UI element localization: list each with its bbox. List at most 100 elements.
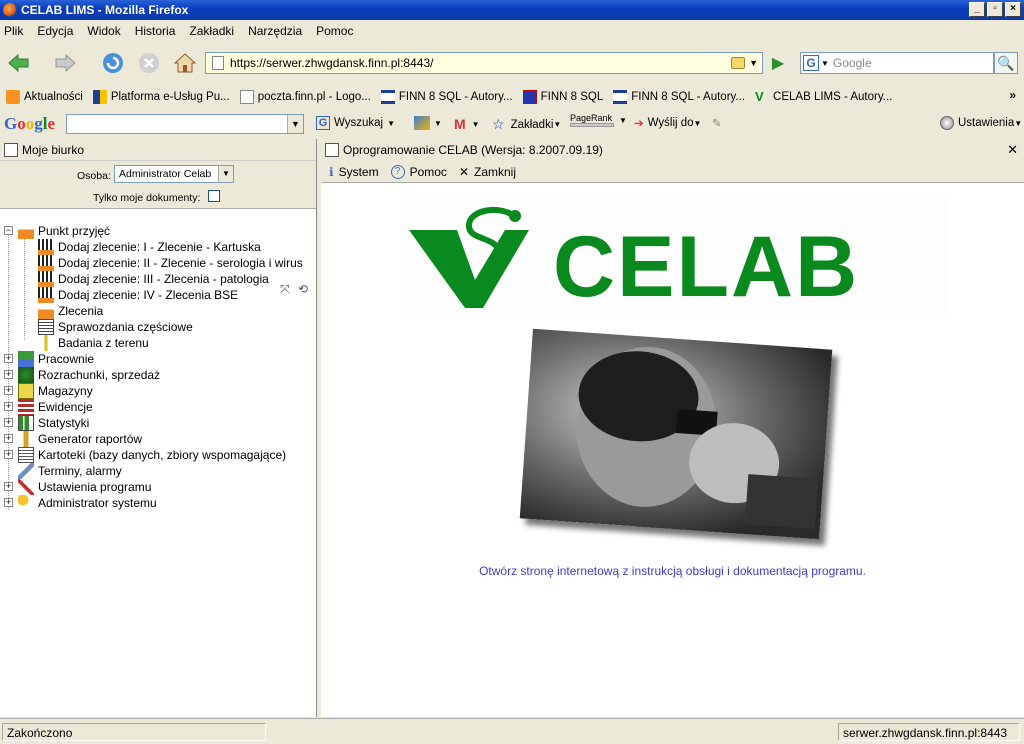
- system-button[interactable]: ℹ System: [329, 165, 379, 179]
- tree-item-ewidencje[interactable]: + Ewidencje: [0, 399, 316, 415]
- search-input[interactable]: Google: [833, 56, 872, 70]
- url-text[interactable]: https://serwer.zhwgdansk.finn.pl:8443/: [230, 56, 731, 70]
- bookmark-platforma[interactable]: Platforma e-Usług Pu...: [92, 90, 230, 104]
- minimize-button[interactable]: _: [969, 2, 985, 17]
- info-icon: ℹ: [329, 164, 334, 179]
- tree-item-punkt-przyjec[interactable]: − Punkt przyjęć: [0, 223, 316, 239]
- google-search-icon: G: [803, 55, 819, 71]
- tree-item-statystyki[interactable]: + Statystyki: [0, 415, 316, 431]
- tree-item-magazyny[interactable]: + Magazyny: [0, 383, 316, 399]
- reload-icon[interactable]: [100, 50, 126, 76]
- menu-tools[interactable]: Narzędzia: [248, 24, 302, 38]
- bookmark-finn-sql-2[interactable]: FINN 8 SQL: [522, 90, 603, 104]
- expand-icon[interactable]: +: [4, 450, 13, 459]
- stop-icon[interactable]: [136, 50, 162, 76]
- celab-logo-text: CELAB: [553, 219, 860, 315]
- help-button[interactable]: ? Pomoc: [390, 164, 447, 179]
- tree-item-order-2[interactable]: Dodaj zlecenie: II - Zlecenie - serologi…: [0, 255, 316, 271]
- tree-item-pracownie[interactable]: + Pracownie: [0, 351, 316, 367]
- highlighter-icon[interactable]: ✎: [712, 116, 722, 130]
- forward-icon[interactable]: [52, 50, 78, 76]
- menu-help[interactable]: Pomoc: [316, 24, 353, 38]
- home-icon[interactable]: [172, 50, 198, 76]
- popup-blocker-icon[interactable]: ▼: [414, 116, 442, 130]
- expand-icon[interactable]: +: [4, 418, 13, 427]
- celab-icon: V: [755, 89, 764, 104]
- menu-bar: Plik Edycja Widok Historia Zakładki Narz…: [0, 20, 1024, 42]
- building-icon: [613, 90, 628, 104]
- expand-icon[interactable]: +: [4, 402, 13, 411]
- tree-item-sprawozdania[interactable]: Sprawozdania częściowe: [0, 319, 316, 335]
- close-window-button[interactable]: ×: [1005, 2, 1021, 17]
- collapse-icon[interactable]: −: [4, 226, 13, 235]
- finn-icon: [522, 90, 537, 104]
- close-button[interactable]: ✕ Zamknij: [459, 165, 516, 179]
- settings-button[interactable]: Ustawienia ▼: [940, 116, 1022, 130]
- google-bookmarks-button[interactable]: ☆ Zakładki ▼: [492, 116, 561, 133]
- tree-item-order-4[interactable]: Dodaj zlecenie: IV - Zlecenia BSE: [0, 287, 316, 303]
- chevron-down-icon[interactable]: ▼: [218, 166, 233, 182]
- chevron-down-icon[interactable]: ▼: [821, 59, 829, 68]
- google-logo: Google: [4, 114, 56, 133]
- expand-icon[interactable]: +: [4, 498, 13, 507]
- expand-icon[interactable]: +: [4, 482, 13, 491]
- expand-icon[interactable]: +: [4, 386, 13, 395]
- bookmark-poczta[interactable]: poczta.finn.pl - Logo...: [239, 90, 371, 104]
- chevron-down-icon[interactable]: ▼: [619, 116, 627, 125]
- right-panel-header: Oprogramowanie CELAB (Wersja: 8.2007.09.…: [321, 139, 1024, 161]
- google-search-button[interactable]: G Wyszukaj ▼: [316, 116, 395, 130]
- search-button[interactable]: 🔍: [994, 52, 1018, 74]
- flask-icon: [18, 223, 34, 239]
- bookmark-icon: [92, 90, 107, 104]
- tree-item-rozrachunki[interactable]: + Rozrachunki, sprzedaż: [0, 367, 316, 383]
- expand-icon[interactable]: +: [4, 370, 13, 379]
- lock-icon: [731, 57, 746, 69]
- lab-icon: [18, 351, 34, 367]
- back-icon[interactable]: [6, 50, 32, 76]
- expand-icon[interactable]: +: [4, 434, 13, 443]
- pagerank-indicator[interactable]: PageRank: [570, 113, 614, 127]
- chevron-down-icon[interactable]: ▼: [749, 58, 758, 68]
- title-bar: CELAB LIMS - Mozilla Firefox _ ▫ ×: [0, 0, 1024, 20]
- money-icon: [18, 367, 34, 383]
- menu-history[interactable]: Historia: [135, 24, 176, 38]
- only-mine-checkbox[interactable]: [208, 190, 220, 202]
- bookmark-celab-lims[interactable]: V CELAB LIMS - Autory...: [755, 90, 892, 104]
- google-toolbar-search[interactable]: ▼: [66, 114, 304, 134]
- tree-item-order-1[interactable]: Dodaj zlecenie: I - Zlecenie - Kartuska: [0, 239, 316, 255]
- send-to-button[interactable]: ➔ Wyślij do ▼: [634, 116, 701, 130]
- menu-edit[interactable]: Edycja: [37, 24, 73, 38]
- expand-icon[interactable]: +: [4, 354, 13, 363]
- tree-item-administrator[interactable]: + Administrator systemu: [0, 495, 316, 511]
- go-button[interactable]: ▶: [767, 53, 789, 73]
- alarm-icon: [18, 463, 34, 479]
- menu-bookmarks[interactable]: Zakładki: [189, 24, 234, 38]
- left-panel-header: Moje biurko ⤧ ⟲: [0, 139, 316, 296]
- stats-icon: [18, 415, 34, 431]
- tree-item-zlecenia[interactable]: Zlecenia: [0, 303, 316, 319]
- tree-item-badania[interactable]: Badania z terenu: [0, 335, 316, 351]
- search-box[interactable]: G ▼ Google: [800, 52, 994, 74]
- bookmark-aktualnosci[interactable]: Aktualności: [6, 90, 83, 104]
- page-icon: [212, 56, 224, 70]
- url-bar[interactable]: https://serwer.zhwgdansk.finn.pl:8443/ ▼: [205, 52, 763, 74]
- page-icon: [239, 90, 254, 104]
- tree-item-generator[interactable]: + Generator raportów: [0, 431, 316, 447]
- documentation-link[interactable]: Otwórz stronę internetową z instrukcją o…: [321, 564, 1024, 578]
- menu-view[interactable]: Widok: [87, 24, 120, 38]
- tree-item-ustawienia[interactable]: + Ustawienia programu: [0, 479, 316, 495]
- more-bookmarks-icon[interactable]: »: [1009, 88, 1016, 102]
- bookmark-finn-sql-3[interactable]: FINN 8 SQL - Autory...: [613, 90, 745, 104]
- close-icon[interactable]: ✕: [1007, 142, 1018, 158]
- filters: Osoba: Administrator Celab ▼ Tylko moje …: [0, 161, 316, 209]
- tree-item-order-3[interactable]: Dodaj zlecenie: III - Zlecenia - patolog…: [0, 271, 316, 287]
- maximize-button[interactable]: ▫: [987, 2, 1003, 17]
- chevron-down-icon[interactable]: ▼: [287, 115, 303, 133]
- bookmark-finn-sql-1[interactable]: FINN 8 SQL - Autory...: [380, 90, 513, 104]
- gmail-icon[interactable]: M ▼: [454, 116, 480, 132]
- person-select[interactable]: Administrator Celab ▼: [114, 165, 234, 183]
- firefox-icon: [3, 3, 17, 17]
- menu-file[interactable]: Plik: [4, 24, 23, 38]
- tree-item-terminy[interactable]: Terminy, alarmy: [0, 463, 316, 479]
- tree-item-kartoteki[interactable]: + Kartoteki (bazy danych, zbiory wspomag…: [0, 447, 316, 463]
